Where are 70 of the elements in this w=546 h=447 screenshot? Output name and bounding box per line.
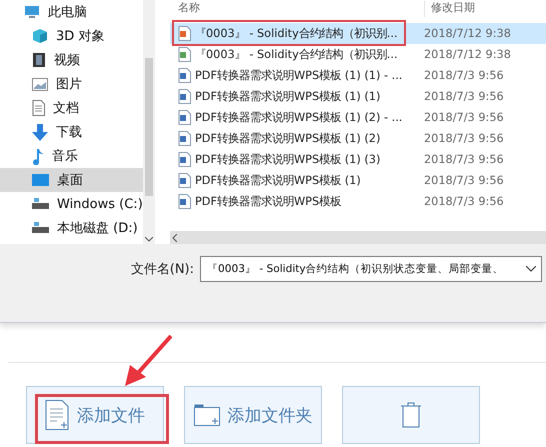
file-name: PDF转换器需求说明WPS模板 (1) (1) <box>195 89 380 104</box>
file-name: PDF转换器需求说明WPS模板 (1) <box>195 173 361 188</box>
file-date: 2018/7/3 9:56 <box>424 111 504 124</box>
toolbar-button[interactable]: 添加文件夹 <box>184 386 322 444</box>
horizontal-scrollbar[interactable] <box>170 231 546 244</box>
column-header[interactable]: 名称 <box>170 1 424 17</box>
scroll-down-icon[interactable] <box>145 237 153 242</box>
file-name: PDF转换器需求说明WPS模板 (1) (1) - ... <box>195 68 402 83</box>
nav-item[interactable]: 本地磁盘 (D:) <box>0 216 143 240</box>
drive-icon <box>32 198 49 210</box>
file-icon <box>178 194 191 209</box>
file-row[interactable]: 『0003』 - Solidity合约结构（初识别... 2018/7/12 9:38 <box>170 44 546 65</box>
file-date: 2018/7/12 9:38 <box>424 27 511 40</box>
file-row[interactable]: PDF转换器需求说明WPS模板 (1) 2018/7/3 9:56 <box>170 170 546 191</box>
file-date: 2018/7/3 9:56 <box>424 132 504 145</box>
file-icon <box>178 131 191 146</box>
film-icon <box>32 52 46 68</box>
scrollbar-thumb[interactable] <box>145 58 153 196</box>
image-icon <box>32 78 48 90</box>
dropdown-caret-icon[interactable] <box>526 266 536 272</box>
file-icon <box>178 89 191 104</box>
file-date: 2018/7/3 9:56 <box>424 69 504 82</box>
file-icon <box>178 152 191 167</box>
file-row[interactable]: PDF转换器需求说明WPS模板 (1) (2) - ... 2018/7/3 9:56 <box>170 107 546 128</box>
desktop-icon <box>32 174 49 186</box>
nav-item[interactable]: 3D 对象 <box>0 24 143 48</box>
file-date: 2018/7/3 9:56 <box>424 153 504 166</box>
nav-item[interactable]: 下载 <box>0 120 143 144</box>
file-row[interactable]: PDF转换器需求说明WPS模板 (1) (1) - ... 2018/7/3 9:56 <box>170 65 546 86</box>
nav-item[interactable]: 图片 <box>0 72 143 96</box>
drive-icon <box>32 222 49 234</box>
file-name: PDF转换器需求说明WPS模板 <box>195 194 342 209</box>
file-row[interactable]: PDF转换器需求说明WPS模板 (1) (1) 2018/7/3 9:56 <box>170 86 546 107</box>
file-icon <box>178 110 191 125</box>
file-date: 2018/7/3 9:56 <box>424 174 504 187</box>
file-icon <box>178 173 191 188</box>
music-note-icon <box>32 148 44 164</box>
nav-item[interactable]: 视频 <box>0 48 143 72</box>
scroll-left-icon[interactable] <box>172 234 177 242</box>
add-folder-icon <box>194 404 220 426</box>
column-header[interactable]: 修改日期 <box>424 1 475 17</box>
file-name: 『0003』 - Solidity合约结构（初识别... <box>195 47 398 62</box>
file-icon <box>178 68 191 83</box>
file-icon <box>178 47 191 62</box>
nav-item[interactable]: 此电脑 <box>0 0 143 24</box>
nav-item[interactable]: 文档 <box>0 96 143 120</box>
cube-icon <box>32 28 48 44</box>
nav-item[interactable]: 桌面 <box>0 168 143 192</box>
field-label: 文件名(N): <box>130 261 194 278</box>
file-name: PDF转换器需求说明WPS模板 (1) (3) <box>195 152 380 167</box>
file-date: 2018/7/3 9:56 <box>424 195 504 208</box>
nav-item[interactable]: Windows (C:) <box>0 192 143 216</box>
computer-icon <box>24 5 40 19</box>
download-arrow-icon <box>32 124 48 140</box>
nav-item[interactable]: 音乐 <box>0 144 143 168</box>
trash-icon <box>400 402 422 428</box>
file-name: PDF转换器需求说明WPS模板 (1) (2) - ... <box>195 110 402 125</box>
document-icon <box>32 100 45 116</box>
file-row[interactable]: PDF转换器需求说明WPS模板 (1) (3) 2018/7/3 9:56 <box>170 149 546 170</box>
file-date: 2018/7/12 9:38 <box>424 48 511 61</box>
file-name: 『0003』 - Solidity合约结构（初识别... <box>195 26 398 41</box>
file-name: PDF转换器需求说明WPS模板 (1) (2) <box>195 131 380 146</box>
file-row[interactable]: PDF转换器需求说明WPS模板 2018/7/3 9:56 <box>170 191 546 212</box>
filename-field[interactable]: 『0003』 - Solidity合约结构（初识别状态变量、局部变量、 <box>200 256 542 282</box>
file-icon <box>178 26 191 41</box>
annotation-arrow <box>125 335 172 386</box>
file-row[interactable]: PDF转换器需求说明WPS模板 (1) (2) 2018/7/3 9:56 <box>170 128 546 149</box>
file-date: 2018/7/3 9:56 <box>424 90 504 103</box>
add-file-icon <box>45 400 69 430</box>
file-row[interactable]: 『0003』 - Solidity合约结构（初识别... 2018/7/12 9:38 <box>170 23 546 44</box>
